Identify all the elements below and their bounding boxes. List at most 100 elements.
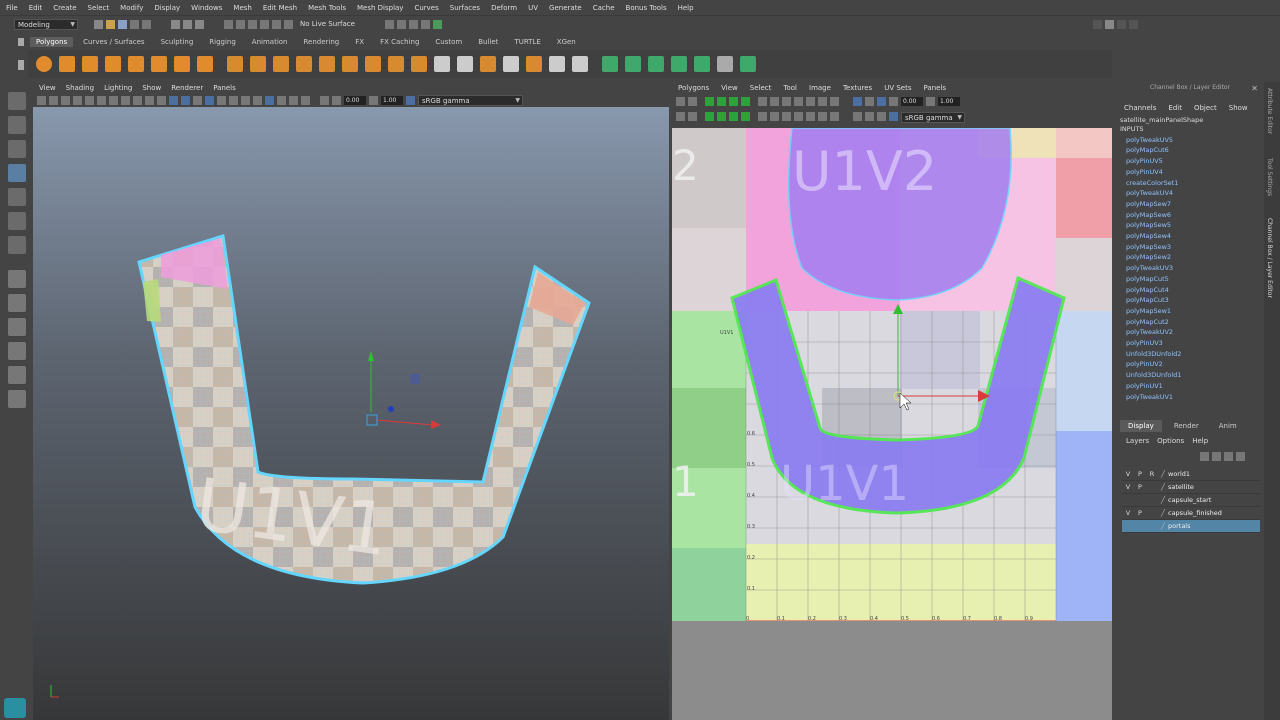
- gamma-uv-icon[interactable]: [926, 97, 935, 106]
- exposure-field[interactable]: 0.00: [344, 96, 366, 105]
- history-icon[interactable]: [384, 19, 394, 29]
- layout-uvs-icon[interactable]: [740, 56, 756, 72]
- render-settings-icon[interactable]: [420, 19, 430, 29]
- uv-editor-icon[interactable]: [717, 56, 733, 72]
- wireframe-on-shaded-icon[interactable]: [193, 96, 202, 105]
- xray-components-icon[interactable]: [265, 96, 274, 105]
- safe-title-icon[interactable]: [157, 96, 166, 105]
- symmetrize-icon[interactable]: [806, 112, 815, 121]
- input-node-item[interactable]: polyMapSew4: [1126, 231, 1264, 242]
- input-node-item[interactable]: polyPinUV5: [1126, 156, 1264, 167]
- xray-joints-icon[interactable]: [253, 96, 262, 105]
- gamma-field[interactable]: 1.00: [381, 96, 403, 105]
- insert-edge-loop-icon[interactable]: [503, 56, 519, 72]
- poly-cube-icon[interactable]: [59, 56, 75, 72]
- uv-menu-tool[interactable]: Tool: [783, 84, 797, 92]
- snap-curve-icon[interactable]: [236, 19, 245, 29]
- checker-icon[interactable]: [853, 112, 862, 121]
- new-empty-layer-icon[interactable]: [1224, 452, 1233, 461]
- layout-four-icon[interactable]: [1116, 19, 1126, 29]
- bridge-icon[interactable]: [388, 56, 404, 72]
- redo-icon[interactable]: [142, 19, 151, 29]
- scale-tool-icon[interactable]: [8, 212, 26, 230]
- manip-center[interactable]: [366, 414, 378, 426]
- layer-menu-layers[interactable]: Layers: [1126, 437, 1149, 445]
- safe-action-icon[interactable]: [145, 96, 154, 105]
- input-node-item[interactable]: polyMapSew2: [1126, 252, 1264, 263]
- menu-mesh[interactable]: Mesh: [233, 4, 251, 12]
- menu-select[interactable]: Select: [88, 4, 110, 12]
- camera-attributes-icon[interactable]: [49, 96, 58, 105]
- menu-display[interactable]: Display: [154, 4, 180, 12]
- shelf-tab-custom[interactable]: Custom: [429, 37, 468, 47]
- input-node-item[interactable]: polyTweakUV1: [1126, 392, 1264, 403]
- viewport-menu-panels[interactable]: Panels: [213, 84, 236, 92]
- grid-uv-icon[interactable]: [818, 97, 827, 106]
- selected-object-name[interactable]: satellite_mainPanelShape: [1116, 112, 1264, 124]
- use-all-lights-icon[interactable]: [217, 96, 226, 105]
- viewport-menu-shading[interactable]: Shading: [66, 84, 94, 92]
- input-node-item[interactable]: polyPinUV4: [1126, 167, 1264, 178]
- select-tool-icon[interactable]: [8, 92, 26, 110]
- move-layer-down-icon[interactable]: [1212, 452, 1221, 461]
- menu-cache[interactable]: Cache: [593, 4, 615, 12]
- align-min-v-icon[interactable]: [729, 112, 738, 121]
- viewport-menu-show[interactable]: Show: [142, 84, 161, 92]
- resolution-gate-icon[interactable]: [109, 96, 118, 105]
- target-weld-icon[interactable]: [457, 56, 473, 72]
- smooth-icon[interactable]: [319, 56, 335, 72]
- menu-help[interactable]: Help: [678, 4, 694, 12]
- layer-color-swatch[interactable]: ╱: [1158, 483, 1168, 491]
- undo-icon[interactable]: [130, 19, 139, 29]
- snap-surface-icon[interactable]: [272, 19, 281, 29]
- align-min-u-icon[interactable]: [705, 112, 714, 121]
- viewport-menu-lighting[interactable]: Lighting: [104, 84, 132, 92]
- input-node-item[interactable]: polyMapCut3: [1126, 295, 1264, 306]
- menu-generate[interactable]: Generate: [549, 4, 582, 12]
- magnet-icon[interactable]: [284, 19, 293, 29]
- shelf-tab-curves-surfaces[interactable]: Curves / Surfaces: [77, 37, 150, 47]
- unfold-icon[interactable]: [694, 56, 710, 72]
- layout-uv-icon[interactable]: [806, 97, 815, 106]
- single-view-icon[interactable]: [8, 270, 26, 288]
- distortion-icon[interactable]: [877, 112, 886, 121]
- separate-icon[interactable]: [250, 56, 266, 72]
- gate-mask-icon[interactable]: [121, 96, 130, 105]
- shade-uv-icon[interactable]: [865, 112, 874, 121]
- rotate-tool-icon[interactable]: [8, 188, 26, 206]
- channel-menu-edit[interactable]: Edit: [1168, 104, 1182, 112]
- fill-hole-icon[interactable]: [480, 56, 496, 72]
- poly-cone-icon[interactable]: [105, 56, 121, 72]
- channel-box-tab[interactable]: Channel Box / Layer Editor: [1266, 218, 1273, 298]
- snapshot-icon[interactable]: [830, 112, 839, 121]
- mirror-icon[interactable]: [342, 56, 358, 72]
- new-layer-selected-icon[interactable]: [1236, 452, 1245, 461]
- layer-name[interactable]: capsule_start: [1168, 496, 1211, 504]
- poly-cylinder-icon[interactable]: [82, 56, 98, 72]
- ipr-render-icon[interactable]: [408, 19, 418, 29]
- snap-point-icon[interactable]: [248, 19, 257, 29]
- straighten-icon[interactable]: [782, 112, 791, 121]
- menu-bonus-tools[interactable]: Bonus Tools: [626, 4, 667, 12]
- input-node-item[interactable]: polyMapCut6: [1126, 145, 1264, 156]
- uv-menu-uv-sets[interactable]: UV Sets: [884, 84, 911, 92]
- exposure-icon[interactable]: [332, 96, 341, 105]
- lasso-tool-icon[interactable]: [8, 116, 26, 134]
- uv-colorspace-icon[interactable]: [889, 112, 898, 121]
- input-node-item[interactable]: polyMapSew7: [1126, 199, 1264, 210]
- layer-row[interactable]: ╱ portals: [1122, 520, 1260, 533]
- merge-icon[interactable]: [526, 56, 542, 72]
- input-node-item[interactable]: polyMapCut4: [1126, 285, 1264, 296]
- viewport-menu-renderer[interactable]: Renderer: [171, 84, 203, 92]
- uv-texture-view[interactable]: 2 1 U1V2 U1V1 0 0.1 0.2 0.3 0.4 0.5 0.6 …: [672, 128, 1112, 720]
- layer-visibility-toggle[interactable]: V: [1122, 470, 1134, 478]
- input-node-item[interactable]: createColorSet1: [1126, 178, 1264, 189]
- input-node-item[interactable]: polyPinUV1: [1126, 381, 1264, 392]
- last-tool-icon[interactable]: [8, 236, 26, 254]
- menu-mesh-tools[interactable]: Mesh Tools: [308, 4, 346, 12]
- persp-graph-icon[interactable]: [8, 342, 26, 360]
- spherical-map-icon[interactable]: [671, 56, 687, 72]
- uv-colorspace-dropdown[interactable]: sRGB gamma ▼: [901, 112, 965, 123]
- layer-name[interactable]: capsule_finished: [1168, 509, 1222, 517]
- shelf-menu-icon[interactable]: [18, 60, 24, 70]
